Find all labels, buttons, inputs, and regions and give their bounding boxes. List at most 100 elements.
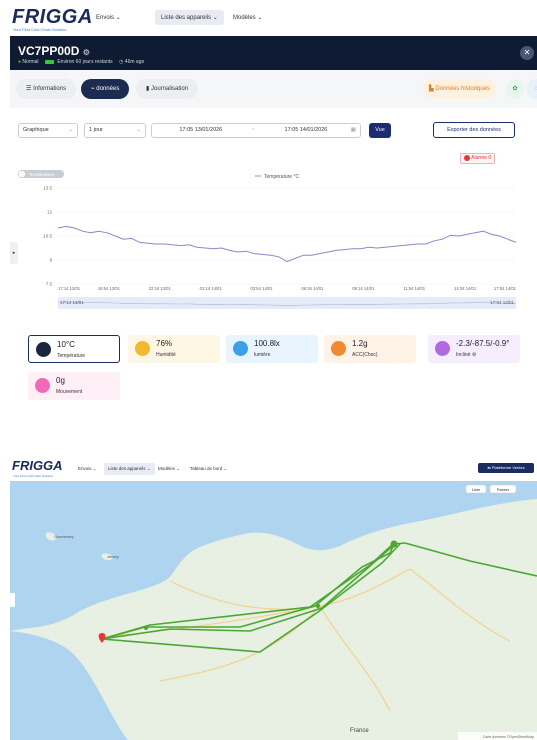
- nav-modeles[interactable]: Modèles ⌄: [233, 14, 262, 21]
- nav-envois-label: Envois: [96, 15, 115, 21]
- sensor-cards: 10°C Température 76% Humidité 100.8lx lu…: [10, 330, 537, 405]
- x-axis: 17:14 13/01 19:54 13/01 22:34 13/01 01:14 1…: [58, 286, 517, 291]
- tab-donnees-label: données: [96, 86, 120, 92]
- map-panel: FRIGGA Your First Cold Chain Solution En…: [10, 455, 537, 740]
- map-top-navigation: FRIGGA Your First Cold Chain Solution En…: [10, 455, 537, 481]
- tabs-row: ☰ Informations ⌁ données ▮ Journalisatio…: [10, 70, 537, 108]
- legend-label[interactable]: Température °C: [264, 174, 299, 180]
- gridlines: [58, 187, 516, 285]
- card-humidity[interactable]: 76% Humidité: [128, 335, 220, 363]
- map-controls: Liste Passer: [465, 484, 517, 494]
- nav-device-list-label: Liste des appareils: [108, 466, 146, 471]
- nav-envois[interactable]: Envois ⌄: [96, 14, 121, 21]
- device-header: VC7PP00D ⚙ ● Normal Environ 60 jours res…: [10, 36, 537, 70]
- settings-icon[interactable]: ⚙: [472, 352, 476, 358]
- tab-journalisation[interactable]: ▮ Journalisation: [136, 79, 199, 99]
- chevron-down-icon: ⌄: [136, 127, 141, 133]
- tab-donnees[interactable]: ⌁ données: [81, 79, 130, 99]
- map-label-jersey: Jersey: [107, 554, 119, 559]
- route-endpoint-marker[interactable]: [390, 540, 398, 548]
- card-temperature-label: Température: [57, 353, 86, 359]
- logo-tagline: Your First Cold Chain Solution: [13, 474, 54, 478]
- date-to: 17:05 14/01/2026: [284, 127, 328, 133]
- tab-informations[interactable]: ☰ Informations: [16, 79, 77, 99]
- frigga-logo[interactable]: FRIGGA: [12, 458, 63, 473]
- historical-data-label: Données historiques: [435, 86, 490, 92]
- date-from: 17:05 13/01/2026: [179, 127, 223, 133]
- close-icon[interactable]: ✕: [520, 46, 534, 60]
- motion-icon: [35, 378, 50, 393]
- nav-modeles-label: Modèles: [158, 466, 176, 471]
- card-humidity-value: 76%: [156, 339, 173, 348]
- period-select[interactable]: 1 jour ⌄: [84, 123, 146, 138]
- x-tick-label: 17:14 13/01: [58, 286, 81, 291]
- zoom-slider[interactable]: 17:14 13/01 17:04 14/01: [57, 297, 517, 309]
- tab-informations-label: Informations: [33, 86, 67, 92]
- nav-modeles[interactable]: Modèles ⌄: [158, 466, 180, 472]
- x-tick-label: 11:54 14/01: [403, 286, 425, 291]
- settings-icon[interactable]: ⚙: [83, 48, 90, 57]
- nav-device-list[interactable]: Liste des appareils ⌄: [155, 10, 224, 25]
- status-dot-icon: ●: [18, 59, 22, 65]
- historical-data-button[interactable]: ▙ Données historiques: [423, 79, 496, 99]
- y-tick-label: 12: [47, 210, 53, 215]
- view-button[interactable]: Vue: [369, 123, 391, 138]
- y-tick-label: 10.5: [43, 234, 52, 239]
- refresh-icon[interactable]: ◌: [527, 79, 537, 99]
- route-waypoint-marker[interactable]: [315, 603, 321, 609]
- card-light[interactable]: 100.8lx lumière: [226, 335, 318, 363]
- thermometer-icon: [36, 342, 51, 357]
- card-tilt-label-text: Incliné: [456, 352, 471, 358]
- battery-icon: [44, 59, 54, 64]
- tilt-icon: [435, 341, 450, 356]
- clock-icon: ◷: [119, 59, 124, 65]
- card-temperature[interactable]: 10°C Température: [28, 335, 120, 363]
- temperature-series-line: [57, 225, 517, 263]
- card-motion[interactable]: 0g Mouvement: [28, 372, 120, 400]
- top-navigation: FRIGGA Your First Cold Chain Solution En…: [10, 0, 537, 36]
- date-range-picker[interactable]: 17:05 13/01/2026 ~ 17:05 14/01/2026 ▦: [151, 123, 361, 138]
- light-bulb-icon: [233, 341, 248, 356]
- card-light-value: 100.8lx: [254, 339, 280, 348]
- battery-text: Environ 60 jours restants: [57, 59, 113, 65]
- export-data-button[interactable]: Exporter des données: [433, 122, 515, 138]
- chart-icon: ▙: [429, 86, 434, 92]
- tab-journalisation-label: Journalisation: [150, 86, 189, 92]
- card-motion-label: Mouvement: [56, 389, 83, 395]
- map-side-handle[interactable]: [10, 593, 15, 607]
- platform-button[interactable]: ⇆ Plateforme Ventes: [478, 463, 534, 473]
- map-filter-button-label: Passer: [497, 487, 510, 492]
- y-axis: 13.5 12 10.5 9 7.5: [43, 186, 52, 287]
- status-text: Normal: [22, 59, 39, 65]
- switch-icon: ⇆: [487, 465, 491, 470]
- map-attribution[interactable]: Carte données ©OpenStreetMap: [483, 735, 534, 739]
- card-light-label: lumière: [254, 352, 271, 358]
- toggle-knob[interactable]: [18, 170, 26, 178]
- settings-icon[interactable]: ✿: [506, 79, 524, 99]
- y-tick-label: 7.5: [46, 282, 53, 287]
- nav-modeles-label: Modèles: [233, 15, 256, 21]
- device-detail-panel: FRIGGA Your First Cold Chain Solution En…: [10, 0, 537, 405]
- nav-dashboard-label: Tableau de bord: [190, 466, 223, 471]
- device-status-line: ● Normal Environ 60 jours restants ◷ 46m…: [18, 59, 144, 65]
- nav-dashboard[interactable]: Tableau de bord ⌄: [190, 466, 227, 472]
- logo-tagline: Your First Cold Chain Solution: [13, 27, 67, 32]
- chart-toggle[interactable]: Température: [18, 170, 64, 178]
- card-shock[interactable]: 1.2g ACC(Choc): [324, 335, 416, 363]
- card-tilt[interactable]: -2.3/-87.5/-0.9° Incliné ⚙: [428, 335, 520, 363]
- x-tick-label: 19:54 13/01: [98, 286, 121, 291]
- map-label-france: France: [350, 728, 369, 734]
- view-type-value: Graphique: [23, 127, 49, 133]
- nav-device-list[interactable]: Liste des appareils ⌄: [104, 463, 155, 475]
- map-label-guernsey: Guernesey: [54, 534, 74, 539]
- frigga-logo[interactable]: FRIGGA: [12, 6, 93, 29]
- nav-device-list-label: Liste des appareils: [161, 15, 212, 21]
- humidity-icon: [135, 341, 150, 356]
- route-map[interactable]: Guernesey Jersey France Liste Passer Car…: [10, 481, 537, 740]
- nav-envois[interactable]: Envois ⌄: [78, 466, 97, 472]
- date-separator: ~: [251, 127, 255, 133]
- chevron-down-icon: ⌄: [257, 15, 263, 21]
- document-icon: ▮: [146, 86, 150, 92]
- view-type-select[interactable]: Graphique ⌄: [18, 123, 78, 138]
- route-waypoint-marker[interactable]: [144, 626, 148, 630]
